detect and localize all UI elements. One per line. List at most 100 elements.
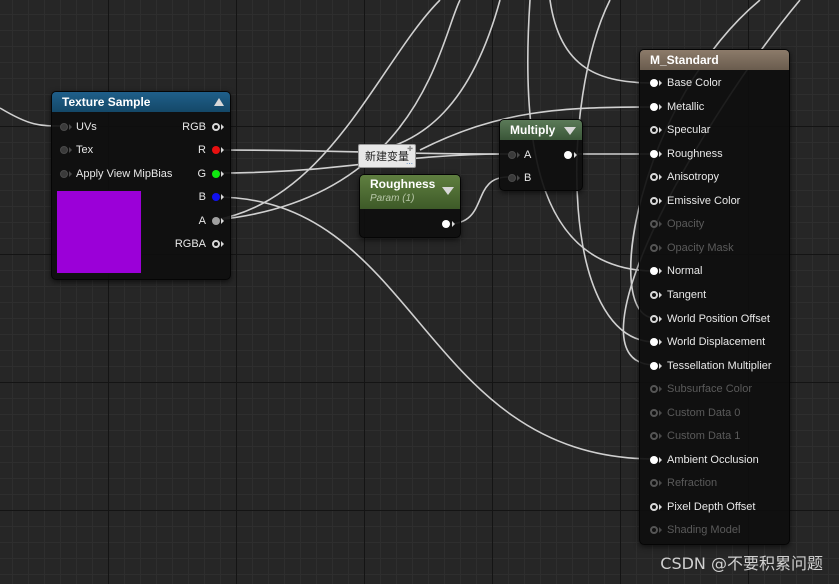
- refraction-pin[interactable]: [650, 479, 658, 488]
- world-displacement-pin[interactable]: [650, 338, 658, 347]
- mipbias-label: Apply View MipBias: [76, 168, 173, 180]
- output-rgba[interactable]: RGBA: [164, 235, 224, 253]
- texture-sample-header[interactable]: Texture Sample: [52, 92, 230, 112]
- roughness-output-pin[interactable]: [442, 220, 450, 228]
- world-position-offset-label: World Position Offset: [667, 312, 770, 325]
- multiply-b-label: B: [524, 172, 532, 184]
- subsurface-color-label: Subsurface Color: [667, 383, 752, 396]
- tangent-label: Tangent: [667, 289, 707, 301]
- custom-data-0-pin-arrow-icon: [659, 409, 662, 416]
- opacity-pin[interactable]: [650, 220, 658, 229]
- rgba-pin[interactable]: [212, 240, 220, 248]
- tangent-pin[interactable]: [650, 291, 658, 299]
- multiply-output-arrow-icon: [574, 152, 577, 158]
- material-result-node[interactable]: M_Standard Base Color Metallic Specular Rou…: [639, 49, 790, 545]
- a-pin[interactable]: [212, 217, 220, 225]
- g-label: G: [197, 168, 206, 180]
- pixel-depth-offset-pin[interactable]: [650, 502, 658, 511]
- roughness-pin[interactable]: [650, 149, 658, 158]
- multiply-a-arrow-icon: [517, 152, 520, 158]
- rgb-pin-arrow-icon: [221, 124, 224, 130]
- multiply-header[interactable]: Multiply: [500, 120, 582, 140]
- subsurface-color-pin[interactable]: [650, 385, 658, 394]
- refraction-pin-arrow-icon: [659, 480, 662, 487]
- g-pin-arrow-icon: [221, 171, 224, 177]
- specular-pin[interactable]: [650, 126, 658, 135]
- mipbias-pin[interactable]: [60, 170, 68, 178]
- opacity-mask-label: Opacity Mask: [667, 241, 734, 254]
- tessellation-multiplier-pin[interactable]: [650, 361, 658, 370]
- roughness-output-arrow-icon: [452, 221, 455, 227]
- opacity-mask-pin[interactable]: [650, 243, 658, 252]
- roughness-param-node[interactable]: Roughness Param (1): [359, 174, 461, 238]
- roughness-label: Roughness: [667, 147, 723, 160]
- anisotropy-pin[interactable]: [650, 173, 658, 182]
- mipbias-pin-arrow-icon: [69, 171, 72, 177]
- multiply-b-arrow-icon: [517, 175, 520, 181]
- output-g[interactable]: G: [164, 165, 224, 183]
- output-a[interactable]: A: [164, 212, 224, 230]
- rgb-label: RGB: [182, 121, 206, 133]
- output-b[interactable]: B: [164, 188, 224, 206]
- output-r[interactable]: R: [164, 141, 224, 159]
- multiply-a-pin[interactable]: [508, 151, 516, 159]
- shading-model-pin[interactable]: [650, 526, 658, 535]
- subsurface-color-pin-arrow-icon: [659, 386, 662, 393]
- collapse-icon[interactable]: [564, 127, 576, 135]
- roughness-pin-arrow-icon: [659, 150, 662, 157]
- tangent-pin-arrow-icon: [659, 292, 662, 298]
- collapse-icon[interactable]: [214, 98, 224, 106]
- multiply-node[interactable]: Multiply A B: [499, 119, 583, 191]
- rgb-pin[interactable]: [212, 123, 220, 131]
- anisotropy-label: Anisotropy: [667, 171, 719, 184]
- material-header[interactable]: M_Standard: [640, 50, 789, 70]
- normal-pin-arrow-icon: [659, 268, 662, 275]
- emissive-color-pin-arrow-icon: [659, 197, 662, 204]
- multiply-title: Multiply: [510, 123, 556, 137]
- roughness-param-header[interactable]: Roughness Param (1): [360, 175, 460, 209]
- world-displacement-label: World Displacement: [667, 336, 766, 349]
- world-position-offset-pin-arrow-icon: [659, 315, 662, 322]
- pin-icon: ✚: [407, 145, 413, 153]
- multiply-b-pin[interactable]: [508, 174, 516, 182]
- watermark: CSDN @不要积累问题: [660, 554, 823, 573]
- b-pin-arrow-icon: [221, 194, 224, 200]
- new-variable-tooltip[interactable]: 新建变量 ✚ …: [358, 144, 416, 168]
- metallic-pin[interactable]: [650, 102, 658, 111]
- texture-sample-title: Texture Sample: [62, 95, 151, 109]
- pixel-depth-offset-label: Pixel Depth Offset: [667, 500, 756, 513]
- uvs-pin[interactable]: [60, 123, 68, 131]
- r-pin-arrow-icon: [221, 147, 224, 153]
- emissive-color-label: Emissive Color: [667, 194, 741, 207]
- a-label: A: [198, 215, 206, 227]
- r-pin[interactable]: [212, 146, 220, 154]
- rgba-pin-arrow-icon: [221, 241, 224, 247]
- custom-data-1-pin[interactable]: [650, 432, 658, 441]
- tessellation-multiplier-label: Tessellation Multiplier: [667, 359, 772, 372]
- rgba-label: RGBA: [174, 238, 206, 250]
- refraction-label: Refraction: [667, 477, 718, 490]
- world-position-offset-pin[interactable]: [650, 314, 658, 323]
- normal-pin[interactable]: [650, 267, 658, 276]
- tex-pin[interactable]: [60, 146, 68, 154]
- tex-label: Tex: [76, 144, 94, 156]
- custom-data-0-label: Custom Data 0: [667, 406, 741, 419]
- base-color-pin[interactable]: [650, 79, 658, 87]
- texture-sample-node[interactable]: Texture Sample UVs Tex Apply View MipBia…: [51, 91, 231, 280]
- opacity-mask-pin-arrow-icon: [659, 244, 662, 251]
- custom-data-0-pin[interactable]: [650, 408, 658, 417]
- uvs-label: UVs: [76, 121, 97, 133]
- tex-pin-arrow-icon: [69, 147, 72, 153]
- normal-label: Normal: [667, 265, 703, 278]
- emissive-color-pin[interactable]: [650, 196, 658, 205]
- g-pin[interactable]: [212, 170, 220, 178]
- multiply-output-pin[interactable]: [564, 151, 572, 159]
- b-pin[interactable]: [212, 193, 220, 201]
- custom-data-1-label: Custom Data 1: [667, 430, 741, 443]
- ambient-occlusion-pin[interactable]: [650, 455, 658, 464]
- base-color-pin-arrow-icon: [659, 80, 662, 86]
- base-color-label: Base Color: [667, 77, 722, 89]
- r-label: R: [198, 144, 206, 156]
- output-rgb[interactable]: RGB: [164, 118, 224, 136]
- collapse-icon[interactable]: [442, 187, 454, 195]
